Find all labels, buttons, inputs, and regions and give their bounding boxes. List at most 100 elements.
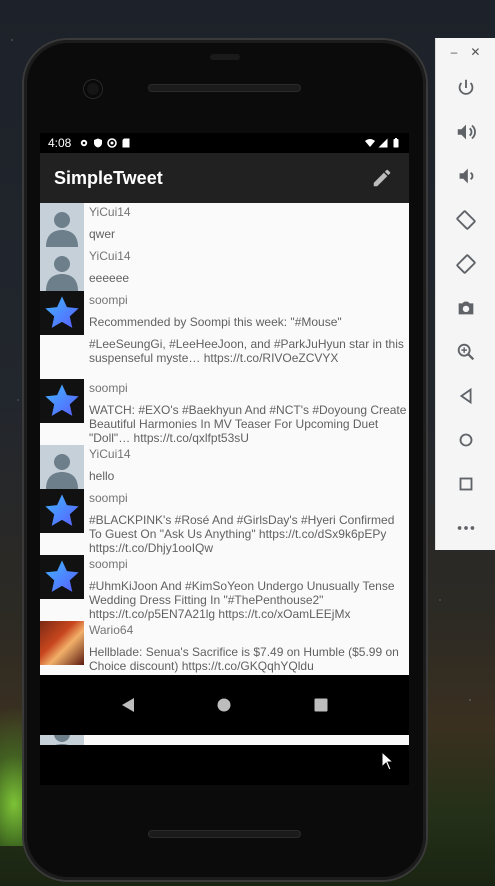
emulator-toolbar: – ✕ — [435, 38, 495, 550]
emu-overview-button[interactable] — [436, 462, 495, 506]
tweet-list[interactable]: YiCui14 qwer YiCui14 eeeeee soompi Recommende… — [40, 203, 409, 745]
rotate-right-icon — [455, 254, 476, 274]
tweet-body: #LeeSeungGi, #LeeHeeJoon, and #ParkJuHyu… — [84, 335, 409, 365]
home-circle-icon — [217, 698, 231, 712]
tweet-row[interactable]: #LeeSeungGi, #LeeHeeJoon, and #ParkJuHyu… — [40, 335, 409, 379]
tweet-text: eeeeee — [89, 271, 130, 285]
back-icon — [459, 387, 471, 405]
app-bar: SimpleTweet — [40, 153, 409, 203]
tweet-username: YiCui14 — [89, 249, 131, 263]
avatar — [40, 445, 84, 489]
rotate-left-button[interactable] — [436, 198, 495, 242]
avatar — [40, 621, 84, 665]
power-button[interactable] — [436, 66, 495, 110]
front-camera — [84, 80, 102, 98]
recents-square-icon — [314, 698, 328, 712]
tweet-text: Recommended by Soompi this week: "#Mouse… — [89, 315, 342, 329]
avatar — [40, 291, 84, 335]
tweet-body: soompi WATCH: #EXO's #Baekhyun And #NCT's… — [84, 379, 409, 445]
tweet-body: YiCui14 hello — [84, 445, 409, 483]
pencil-icon — [373, 169, 391, 187]
tweet-row[interactable]: soompi Recommended by Soompi this week: "… — [40, 291, 409, 335]
tweet-text: hello — [89, 469, 115, 483]
wifi-icon — [365, 139, 375, 147]
mouse-cursor-icon — [381, 751, 395, 771]
tweet-row[interactable]: YiCui14 eeeeee — [40, 247, 409, 291]
star-icon — [45, 296, 79, 328]
tweet-body: YiCui14 qwer — [84, 203, 409, 241]
tweet-body: soompi Recommended by Soompi this week: "… — [84, 291, 409, 329]
phone-screen: 4:08 SimpleTweet YiCui14 qwer YiCui14 eeee — [40, 133, 409, 785]
volume-up-icon — [457, 124, 476, 140]
emu-back-button[interactable] — [436, 374, 495, 418]
star-icon — [45, 384, 79, 416]
earpiece-speaker — [148, 84, 301, 92]
volume-down-icon — [459, 168, 473, 184]
default-avatar-icon — [46, 454, 78, 489]
tweet-body: soompi #UhmKiJoon And #KimSoYeon Undergo … — [84, 555, 409, 621]
sync-icon — [107, 138, 118, 148]
screenshot-button[interactable] — [436, 286, 495, 330]
status-time: 4:08 — [48, 136, 72, 150]
close-button[interactable]: ✕ — [470, 45, 480, 59]
avatar — [40, 555, 84, 599]
tweet-text: #LeeSeungGi, #LeeHeeJoon, and #ParkJuHyu… — [89, 337, 404, 365]
tweet-row[interactable]: Wario64 Hellblade: Senua's Sacrifice is $… — [40, 621, 409, 673]
avatar — [40, 335, 84, 379]
avatar — [40, 379, 84, 423]
tweet-username: Wario64 — [89, 623, 134, 637]
phone-frame: 4:08 SimpleTweet YiCui14 qwer YiCui14 eeee — [24, 40, 426, 880]
tweet-row[interactable]: YiCui14 hello — [40, 445, 409, 489]
tweet-text: #BLACKPINK's #Rosé And #GirlsDay's #Hyer… — [89, 513, 395, 555]
nav-back-button[interactable] — [113, 690, 143, 720]
avatar — [40, 489, 84, 533]
tweet-row[interactable]: soompi #BLACKPINK's #Rosé And #GirlsDay's… — [40, 489, 409, 555]
nav-recents-button[interactable] — [306, 690, 336, 720]
overview-icon — [459, 477, 472, 491]
more-icon — [457, 526, 474, 530]
tweet-username: soompi — [89, 293, 128, 307]
tweet-username: soompi — [89, 381, 128, 395]
navigation-bar — [40, 675, 409, 735]
compose-button[interactable] — [369, 165, 395, 191]
battery-icon — [393, 138, 399, 148]
volume-up-button[interactable] — [436, 110, 495, 154]
rotate-left-icon — [455, 210, 476, 230]
tweet-text: qwer — [89, 227, 116, 241]
tweet-username: YiCui14 — [89, 447, 131, 461]
zoom-icon — [457, 343, 474, 361]
shield-icon — [94, 138, 103, 148]
minimize-button[interactable]: – — [451, 45, 458, 59]
star-icon — [45, 560, 79, 592]
back-triangle-icon — [122, 698, 135, 712]
rotate-right-button[interactable] — [436, 242, 495, 286]
tweet-text: #UhmKiJoon And #KimSoYeon Undergo Unusua… — [89, 579, 395, 621]
status-bar: 4:08 — [40, 133, 409, 153]
tweet-text: Hellblade: Senua's Sacrifice is $7.49 on… — [89, 645, 399, 673]
tweet-body: soompi #BLACKPINK's #Rosé And #GirlsDay's… — [84, 489, 409, 555]
settings-gear-icon — [81, 139, 88, 147]
zoom-button[interactable] — [436, 330, 495, 374]
signal-icon — [378, 138, 388, 148]
star-icon — [45, 494, 79, 526]
volume-down-button[interactable] — [436, 154, 495, 198]
tweet-body: Wario64 Hellblade: Senua's Sacrifice is $… — [84, 621, 409, 673]
status-icons-right — [365, 138, 401, 148]
tweet-row[interactable]: YiCui14 qwer — [40, 203, 409, 247]
home-icon — [459, 433, 472, 447]
emu-more-button[interactable] — [436, 506, 495, 550]
emu-home-button[interactable] — [436, 418, 495, 462]
status-icons-left — [79, 138, 131, 148]
tweet-username: YiCui14 — [89, 205, 131, 219]
tweet-row[interactable]: soompi #UhmKiJoon And #KimSoYeon Undergo … — [40, 555, 409, 621]
default-avatar-icon — [46, 212, 78, 247]
sdcard-icon — [122, 138, 130, 148]
camera-icon — [458, 301, 473, 315]
avatar — [40, 247, 84, 291]
bottom-speaker — [148, 830, 301, 838]
tweet-row[interactable]: soompi WATCH: #EXO's #Baekhyun And #NCT's… — [40, 379, 409, 445]
app-title: SimpleTweet — [54, 167, 163, 188]
nav-home-button[interactable] — [209, 690, 239, 720]
avatar — [40, 203, 84, 247]
tweet-text: eee — [89, 741, 407, 745]
